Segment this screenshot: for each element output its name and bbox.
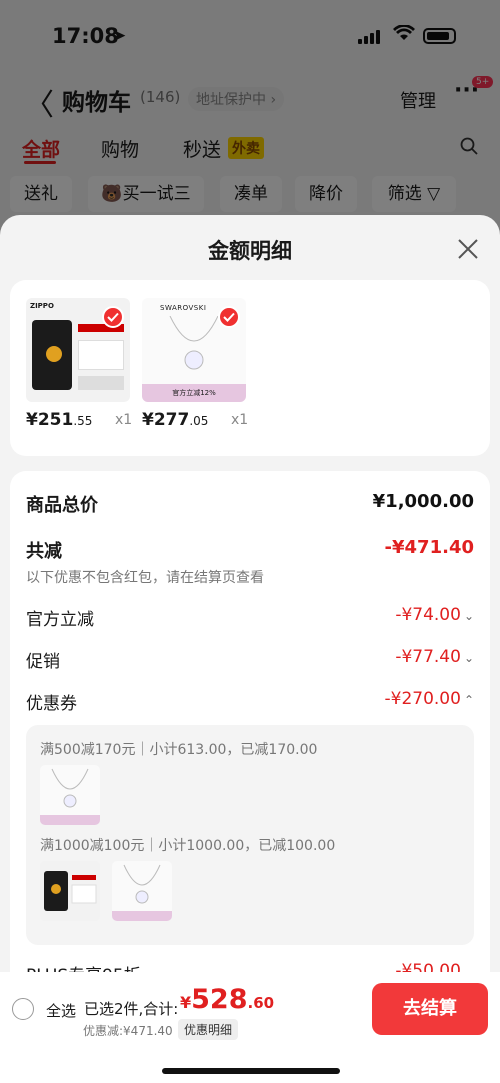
coupon-rule-2: 满1000减100元｜小计1000.00，已减100.00 [40, 838, 336, 854]
official-discount-tag: 官方立减12% [142, 384, 246, 402]
goods-price-int: ¥251 [26, 410, 74, 430]
total-currency: ¥ [180, 993, 192, 1012]
selected-check-icon[interactable] [218, 306, 240, 328]
discount-value: -¥471.40 [384, 537, 474, 558]
checkout-button[interactable]: 去结算 [372, 983, 488, 1035]
total-int: 528 [191, 984, 248, 1015]
saved-amount: 优惠减:¥471.40 [83, 1024, 173, 1038]
goods-price: ¥277.05 [142, 410, 208, 430]
discount-note: 以下优惠不包含红包，请在结算页查看 [26, 570, 264, 586]
promo-amount: -¥77.40 [395, 647, 461, 667]
goods-qty: x1 [115, 412, 133, 428]
goods-price-dec: .55 [73, 414, 93, 428]
zippo-logo: ZIPPO [30, 302, 54, 310]
discount-label: 共减 [26, 541, 62, 562]
coupon-row[interactable]: 优惠券 -¥270.00 ⌃ [26, 689, 474, 717]
goods-item[interactable]: SWAROVSKI 官方立减12% ¥277.05 x1 [142, 298, 248, 430]
subtotal-label: 商品总价 [26, 495, 98, 516]
total-price: ¥528.60 [180, 984, 274, 1015]
checkout-bar: 全选 已选2件,合计: ¥528.60 优惠减:¥471.40 优惠明细 去结算 [0, 972, 500, 1083]
goods-price: ¥251.55 [26, 410, 92, 430]
official-discount-label: 官方立减 [26, 610, 94, 630]
home-indicator [162, 1068, 340, 1074]
sheet-title: 金额明细 [208, 239, 292, 263]
discount-row: 共减 -¥471.40 [26, 537, 474, 565]
goods-price-dec: .05 [189, 414, 209, 428]
subtotal-row: 商品总价 ¥1,000.00 [26, 491, 474, 519]
goods-price-int: ¥277 [142, 410, 190, 430]
official-discount-value: -¥74.00 ⌄ [395, 605, 474, 625]
promo-value: -¥77.40 ⌄ [395, 647, 474, 667]
close-icon[interactable] [456, 237, 480, 261]
coupon-product-thumb [40, 765, 100, 825]
coupon-value: -¥270.00 ⌃ [385, 689, 475, 709]
select-all-label[interactable]: 全选 [46, 1000, 76, 1021]
coupon-product-thumb [40, 861, 100, 921]
discount-detail-button[interactable]: 优惠明细 [178, 1019, 239, 1040]
selected-summary: 已选2件,合计: [84, 1000, 179, 1018]
amount-detail-sheet: 金额明细 ZIPPO ¥251.55 x1 SWAROVSKI 官方立减12% [0, 215, 500, 1083]
swarovski-logo: SWAROVSKI [160, 304, 207, 312]
coupon-product-thumb [112, 861, 172, 921]
select-all-radio[interactable] [12, 998, 34, 1020]
coupon-rule-1: 满500减170元｜小计613.00，已减170.00 [40, 742, 318, 758]
selected-goods-card: ZIPPO ¥251.55 x1 SWAROVSKI 官方立减12% ¥277.… [10, 280, 490, 456]
goods-item[interactable]: ZIPPO ¥251.55 x1 [26, 298, 132, 430]
goods-qty: x1 [231, 412, 249, 428]
official-discount-row[interactable]: 官方立减 -¥74.00 ⌄ [26, 605, 474, 633]
coupon-detail-box: 满500减170元｜小计613.00，已减170.00 满1000减100元｜小… [26, 725, 474, 945]
promo-row[interactable]: 促销 -¥77.40 ⌄ [26, 647, 474, 675]
official-discount-amount: -¥74.00 [395, 605, 461, 625]
coupon-amount: -¥270.00 [384, 689, 461, 709]
total-dec: .60 [247, 994, 275, 1012]
promo-label: 促销 [26, 652, 60, 672]
chevron-up-icon: ⌃ [463, 693, 474, 707]
chevron-down-icon: ⌄ [463, 651, 474, 665]
chevron-down-icon: ⌄ [463, 609, 474, 623]
subtotal-value: ¥1,000.00 [372, 491, 474, 512]
coupon-label: 优惠券 [26, 694, 77, 714]
selected-check-icon[interactable] [102, 306, 124, 328]
